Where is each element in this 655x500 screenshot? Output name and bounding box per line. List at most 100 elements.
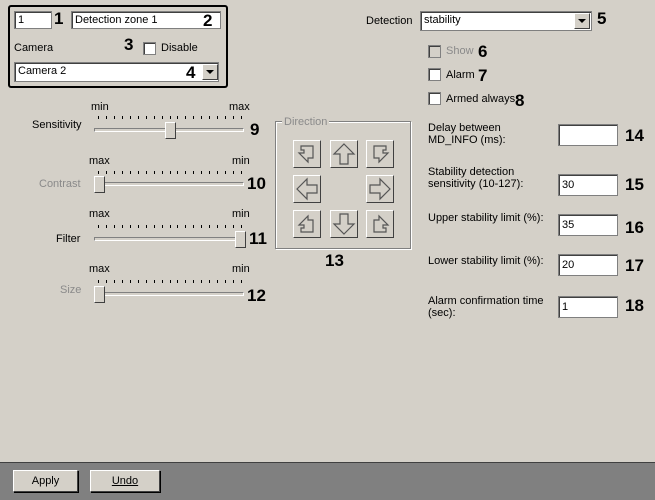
slider-tick — [217, 171, 218, 174]
delay-field[interactable] — [558, 124, 618, 146]
direction-left-button[interactable] — [293, 175, 321, 203]
alarm-checkbox[interactable] — [428, 68, 441, 81]
slider-tick — [114, 116, 115, 119]
rotate-ccw-icon — [297, 145, 314, 164]
slider-tick — [233, 280, 234, 283]
callout-3: 3 — [124, 35, 134, 54]
callout-16: 16 — [625, 218, 644, 237]
upper-limit-field[interactable]: 35 — [558, 214, 618, 236]
show-checkbox[interactable] — [428, 45, 441, 58]
filter-thumb[interactable] — [235, 231, 246, 248]
direction-down-button[interactable] — [330, 210, 358, 238]
lower-limit-field[interactable]: 20 — [558, 254, 618, 276]
slider-tick — [130, 171, 131, 174]
slider-tick — [162, 171, 163, 174]
slider-tick — [98, 171, 99, 174]
detection-select-value: stability — [424, 14, 461, 26]
disable-label: Disable — [161, 42, 198, 54]
filter-track[interactable] — [94, 237, 244, 241]
arrow-down-icon — [332, 213, 356, 235]
slider-tick — [193, 171, 194, 174]
slider-tick — [162, 225, 163, 228]
undo-button[interactable]: Undo — [90, 470, 160, 492]
zone-name-field[interactable]: Detection zone 1 — [71, 11, 221, 29]
direction-down-right-button[interactable] — [366, 210, 394, 238]
slider-tick — [225, 116, 226, 119]
direction-up-right-button[interactable] — [366, 140, 394, 168]
callout-2: 2 — [203, 11, 213, 30]
detection-label: Detection — [366, 15, 413, 27]
slider-tick — [130, 225, 131, 228]
contrast-track[interactable] — [94, 182, 244, 186]
slider-tick — [130, 280, 131, 283]
direction-up-left-button[interactable] — [293, 140, 321, 168]
rotate-cw-icon — [373, 145, 390, 164]
direction-title: Direction — [282, 116, 330, 128]
slider-tick — [185, 280, 186, 283]
callout-8: 8 — [515, 91, 525, 110]
slider-tick — [146, 171, 147, 174]
slider-tick — [170, 280, 171, 283]
slider-tick — [233, 116, 234, 119]
direction-down-left-button[interactable] — [293, 210, 321, 238]
slider-tick — [154, 116, 155, 119]
slider-tick — [154, 171, 155, 174]
slider-tick — [114, 280, 115, 283]
arrow-right-icon — [369, 177, 391, 201]
slider-tick — [122, 280, 123, 283]
size-track[interactable] — [94, 292, 244, 296]
callout-9: 9 — [250, 120, 260, 139]
stability-sensitivity-field[interactable]: 30 — [558, 174, 618, 196]
size-thumb[interactable] — [94, 286, 105, 303]
armed-always-label: Armed always — [446, 93, 516, 105]
apply-button[interactable]: Apply — [13, 470, 78, 492]
alarm-label: Alarm — [446, 69, 475, 81]
slider-tick — [201, 225, 202, 228]
slider-tick — [241, 171, 242, 174]
callout-7: 7 — [478, 66, 488, 85]
slider-tick — [138, 116, 139, 119]
slider-tick — [233, 225, 234, 228]
callout-4: 4 — [186, 63, 196, 82]
slider-tick — [98, 225, 99, 228]
disable-checkbox[interactable] — [143, 42, 156, 55]
slider-tick — [241, 225, 242, 228]
slider-tick — [162, 280, 163, 283]
direction-right-button[interactable] — [366, 175, 394, 203]
slider-tick — [154, 225, 155, 228]
sensitivity-label: Sensitivity — [32, 119, 82, 131]
callout-11: 11 — [249, 229, 267, 248]
callout-13: 13 — [325, 251, 344, 270]
camera-label: Camera — [14, 42, 54, 54]
slider-tick — [217, 225, 218, 228]
contrast-ticks — [98, 171, 242, 174]
slider-tick — [170, 225, 171, 228]
alarm-confirmation-field[interactable]: 1 — [558, 296, 618, 318]
slider-tick — [201, 116, 202, 119]
armed-always-checkbox[interactable] — [428, 92, 441, 105]
slider-tick — [241, 280, 242, 283]
detection-select[interactable]: stability — [420, 11, 592, 31]
callout-17: 17 — [625, 256, 644, 275]
contrast-label: Contrast — [39, 178, 81, 190]
contrast-thumb[interactable] — [94, 176, 105, 193]
slider-tick — [138, 225, 139, 228]
sensitivity-thumb[interactable] — [165, 122, 176, 139]
slider-tick — [209, 280, 210, 283]
slider-tick — [162, 116, 163, 119]
sensitivity-max-label: max — [229, 101, 250, 113]
slider-tick — [106, 171, 107, 174]
callout-10: 10 — [247, 174, 266, 193]
detection-dropdown-button[interactable] — [574, 13, 590, 29]
camera-dropdown-button[interactable] — [202, 64, 218, 80]
slider-tick — [193, 225, 194, 228]
slider-tick — [106, 225, 107, 228]
slider-tick — [177, 225, 178, 228]
direction-up-button[interactable] — [330, 140, 358, 168]
callout-12: 12 — [247, 286, 266, 305]
slider-tick — [177, 116, 178, 119]
size-max-label: max — [89, 263, 110, 275]
zone-number-field[interactable]: 1 — [14, 11, 52, 29]
rotate-down-right-icon — [373, 214, 390, 233]
lower-limit-label: Lower stability limit (%): — [428, 255, 544, 267]
